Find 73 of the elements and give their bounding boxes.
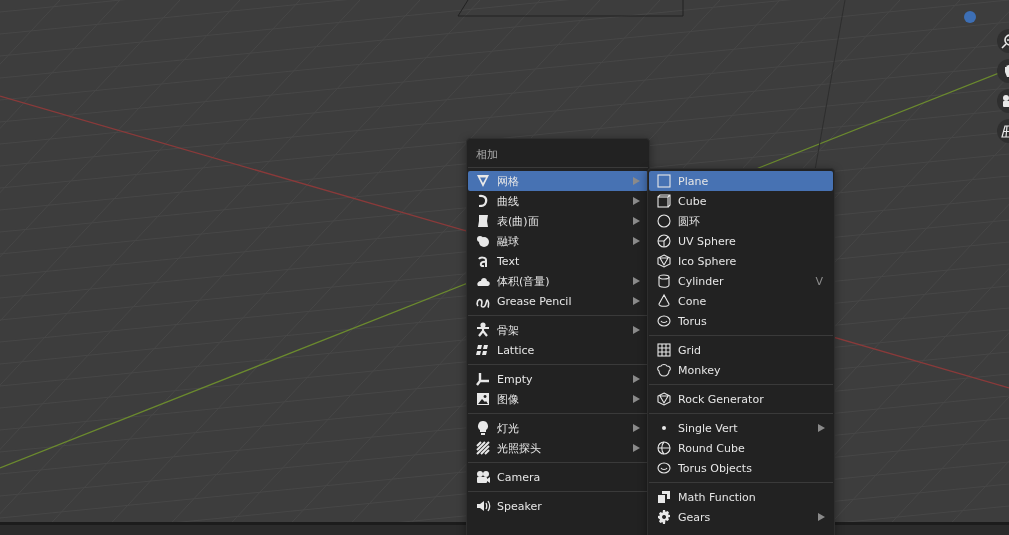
- submenu-caret-icon: [633, 177, 640, 185]
- menu-item[interactable]: Grid: [649, 340, 833, 360]
- menu-item[interactable]: Text: [468, 251, 648, 271]
- submenu-caret-icon: [633, 444, 640, 452]
- submenu-caret-icon: [633, 424, 640, 432]
- menu-item-icon: [475, 420, 491, 436]
- shortcut-label: V: [815, 274, 823, 288]
- menu-item-icon: [656, 253, 672, 269]
- submenu-caret-icon: [633, 197, 640, 205]
- menu-item-icon: [656, 509, 672, 525]
- menu-item[interactable]: 表(曲)面: [468, 211, 648, 231]
- submenu-caret-icon: [633, 217, 640, 225]
- menu-item-icon: [656, 313, 672, 329]
- menu-item[interactable]: 圆环: [649, 211, 833, 231]
- menu-item[interactable]: Math Function: [649, 487, 833, 507]
- menu-item-icon: [656, 173, 672, 189]
- menu-item[interactable]: Torus Objects: [649, 458, 833, 478]
- menu-item[interactable]: Plane: [649, 171, 833, 191]
- menu-item-icon: [475, 498, 491, 514]
- menu-item[interactable]: 图像: [468, 389, 648, 409]
- submenu-caret-icon: [633, 237, 640, 245]
- submenu-caret-icon: [633, 297, 640, 305]
- menu-item[interactable]: Camera: [468, 467, 648, 487]
- menu-item-icon: [656, 489, 672, 505]
- menu-item[interactable]: Cone: [649, 291, 833, 311]
- menu-item[interactable]: Round Cube: [649, 438, 833, 458]
- menu-item[interactable]: Speaker: [468, 496, 648, 516]
- menu-item[interactable]: 光照探头: [468, 438, 648, 458]
- menu-item-icon: [475, 173, 491, 189]
- submenu-caret-icon: [818, 424, 825, 432]
- submenu-caret-icon: [633, 277, 640, 285]
- menu-item-icon: [656, 193, 672, 209]
- menu-item-icon: [656, 391, 672, 407]
- menu-item[interactable]: Empty: [468, 369, 648, 389]
- menu-item[interactable]: Torus: [649, 311, 833, 331]
- menu-item[interactable]: 灯光: [468, 418, 648, 438]
- menu-item-icon: [475, 469, 491, 485]
- menu-item-icon: [656, 273, 672, 289]
- menu-item[interactable]: 融球: [468, 231, 648, 251]
- menu-item-icon: [656, 342, 672, 358]
- menu-item[interactable]: Ico Sphere: [649, 251, 833, 271]
- menu-item[interactable]: 骨架: [468, 320, 648, 340]
- submenu-caret-icon: [633, 395, 640, 403]
- menu-item-icon: [656, 440, 672, 456]
- menu-item[interactable]: Cube: [649, 191, 833, 211]
- menu-item[interactable]: Single Vert: [649, 418, 833, 438]
- menu-item[interactable]: UV Sphere: [649, 231, 833, 251]
- axis-dot-icon: [964, 11, 976, 23]
- menu-item-icon: [475, 391, 491, 407]
- menu-item[interactable]: Grease Pencil: [468, 291, 648, 311]
- menu-item-icon: [656, 213, 672, 229]
- menu-item-icon: [656, 293, 672, 309]
- menu-item-icon: [475, 342, 491, 358]
- submenu-caret-icon: [633, 375, 640, 383]
- menu-item[interactable]: 体积(音量): [468, 271, 648, 291]
- submenu-caret-icon: [818, 513, 825, 521]
- menu-item-icon: [475, 213, 491, 229]
- menu-item-icon: [656, 233, 672, 249]
- menu-item[interactable]: Gears: [649, 507, 833, 527]
- submenu-caret-icon: [633, 326, 640, 334]
- menu-item-icon: [656, 460, 672, 476]
- menu-item[interactable]: Rock Generator: [649, 389, 833, 409]
- menu-item[interactable]: Lattice: [468, 340, 648, 360]
- menu-item[interactable]: 网格: [468, 171, 648, 191]
- menu-item-icon: [475, 371, 491, 387]
- menu-item[interactable]: Monkey: [649, 360, 833, 380]
- menu-item-icon: [656, 362, 672, 378]
- menu-item-icon: [475, 233, 491, 249]
- menu-item[interactable]: 曲线: [468, 191, 648, 211]
- menu-title: 相加: [468, 141, 648, 168]
- menu-item-icon: [475, 322, 491, 338]
- menu-item[interactable]: Cylinder V: [649, 271, 833, 291]
- menu-item-icon: [475, 440, 491, 456]
